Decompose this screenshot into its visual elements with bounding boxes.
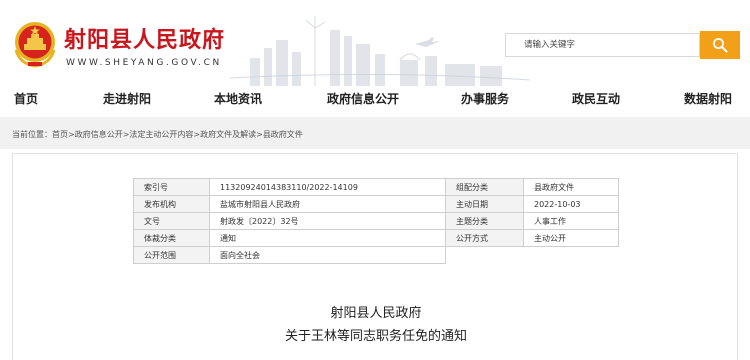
category-label: 组配分类 [445, 178, 524, 196]
nav-item-data[interactable]: 数据射阳 [684, 90, 732, 107]
nav-item-news[interactable]: 本地资讯 [214, 90, 262, 107]
scope-value: 面向全社会 [209, 246, 446, 264]
table-row: 索引号 11320924014383110/2022-14109 组配分类 县政… [133, 178, 619, 196]
breadcrumb-prefix: 当前位置： [12, 130, 52, 139]
index-label: 索引号 [133, 178, 210, 196]
category-value: 县政府文件 [523, 178, 619, 196]
nav-item-about[interactable]: 走进射阳 [103, 90, 151, 107]
table-row: 公开范围 面向全社会 [133, 246, 619, 264]
search-icon [713, 38, 728, 53]
publisher-label: 发布机构 [133, 195, 210, 213]
document-issuer: 射阳县人民政府 [330, 306, 422, 321]
breadcrumb-item-statutory[interactable]: 法定主动公开内容 [129, 130, 193, 139]
breadcrumb-item-home[interactable]: 首页 [52, 130, 68, 139]
table-row: 发布机构 盐城市射阳县人民政府 主动日期 2022-10-03 [133, 195, 619, 213]
breadcrumb-item-county-docs[interactable]: 县政府文件 [263, 130, 303, 139]
breadcrumb-item-documents[interactable]: 政府文件及解读 [200, 130, 256, 139]
nav-item-gov-info[interactable]: 政府信息公开 [327, 90, 399, 107]
site-title[interactable]: 射阳县人民政府 [64, 22, 225, 54]
nav-item-interaction[interactable]: 政民互动 [572, 90, 620, 107]
search-button[interactable] [700, 31, 740, 59]
search-input[interactable]: 请输入关键字 [505, 33, 700, 57]
content-card: 索引号 11320924014383110/2022-14109 组配分类 县政… [12, 153, 738, 360]
genre-label: 体裁分类 [133, 229, 210, 247]
topic-value: 人事工作 [523, 212, 619, 230]
national-emblem-icon [14, 22, 56, 68]
breadcrumb-separator: > [256, 130, 263, 139]
document-info-table: 索引号 11320924014383110/2022-14109 组配分类 县政… [133, 178, 619, 264]
main-nav: 首页 走进射阳 本地资讯 政府信息公开 办事服务 政民互动 数据射阳 [0, 86, 750, 112]
scope-label: 公开范围 [133, 246, 210, 264]
breadcrumb-separator: > [68, 130, 75, 139]
publisher-value: 盐城市射阳县人民政府 [209, 195, 446, 213]
breadcrumb-item-gov-info[interactable]: 政府信息公开 [75, 130, 123, 139]
document-title: 关于王林等同志职务任免的通知 [284, 329, 467, 344]
docno-label: 文号 [133, 212, 210, 230]
date-label: 主动日期 [445, 195, 524, 213]
skyline-decoration [230, 16, 530, 86]
nav-item-home[interactable]: 首页 [14, 90, 38, 107]
site-url: WWW.SHEYANG.GOV.CN [66, 58, 222, 68]
mode-value: 主动公开 [523, 229, 619, 247]
date-value: 2022-10-03 [523, 195, 619, 213]
index-value: 11320924014383110/2022-14109 [209, 178, 446, 196]
table-row: 文号 射政发〔2022〕32号 主题分类 人事工作 [133, 212, 619, 230]
mode-label: 公开方式 [445, 229, 524, 247]
topic-label: 主题分类 [445, 212, 524, 230]
breadcrumb-bar: 当前位置：首页>政府信息公开>法定主动公开内容>政府文件及解读>县政府文件 [0, 117, 750, 149]
genre-value: 通知 [209, 229, 446, 247]
breadcrumb: 当前位置：首页>政府信息公开>法定主动公开内容>政府文件及解读>县政府文件 [12, 129, 303, 140]
nav-item-services[interactable]: 办事服务 [461, 90, 509, 107]
docno-value: 射政发〔2022〕32号 [209, 212, 446, 230]
site-header: 射阳县人民政府 WWW.SHEYANG.GOV.CN 请输入关键字 [0, 0, 750, 86]
table-row: 体裁分类 通知 公开方式 主动公开 [133, 229, 619, 247]
